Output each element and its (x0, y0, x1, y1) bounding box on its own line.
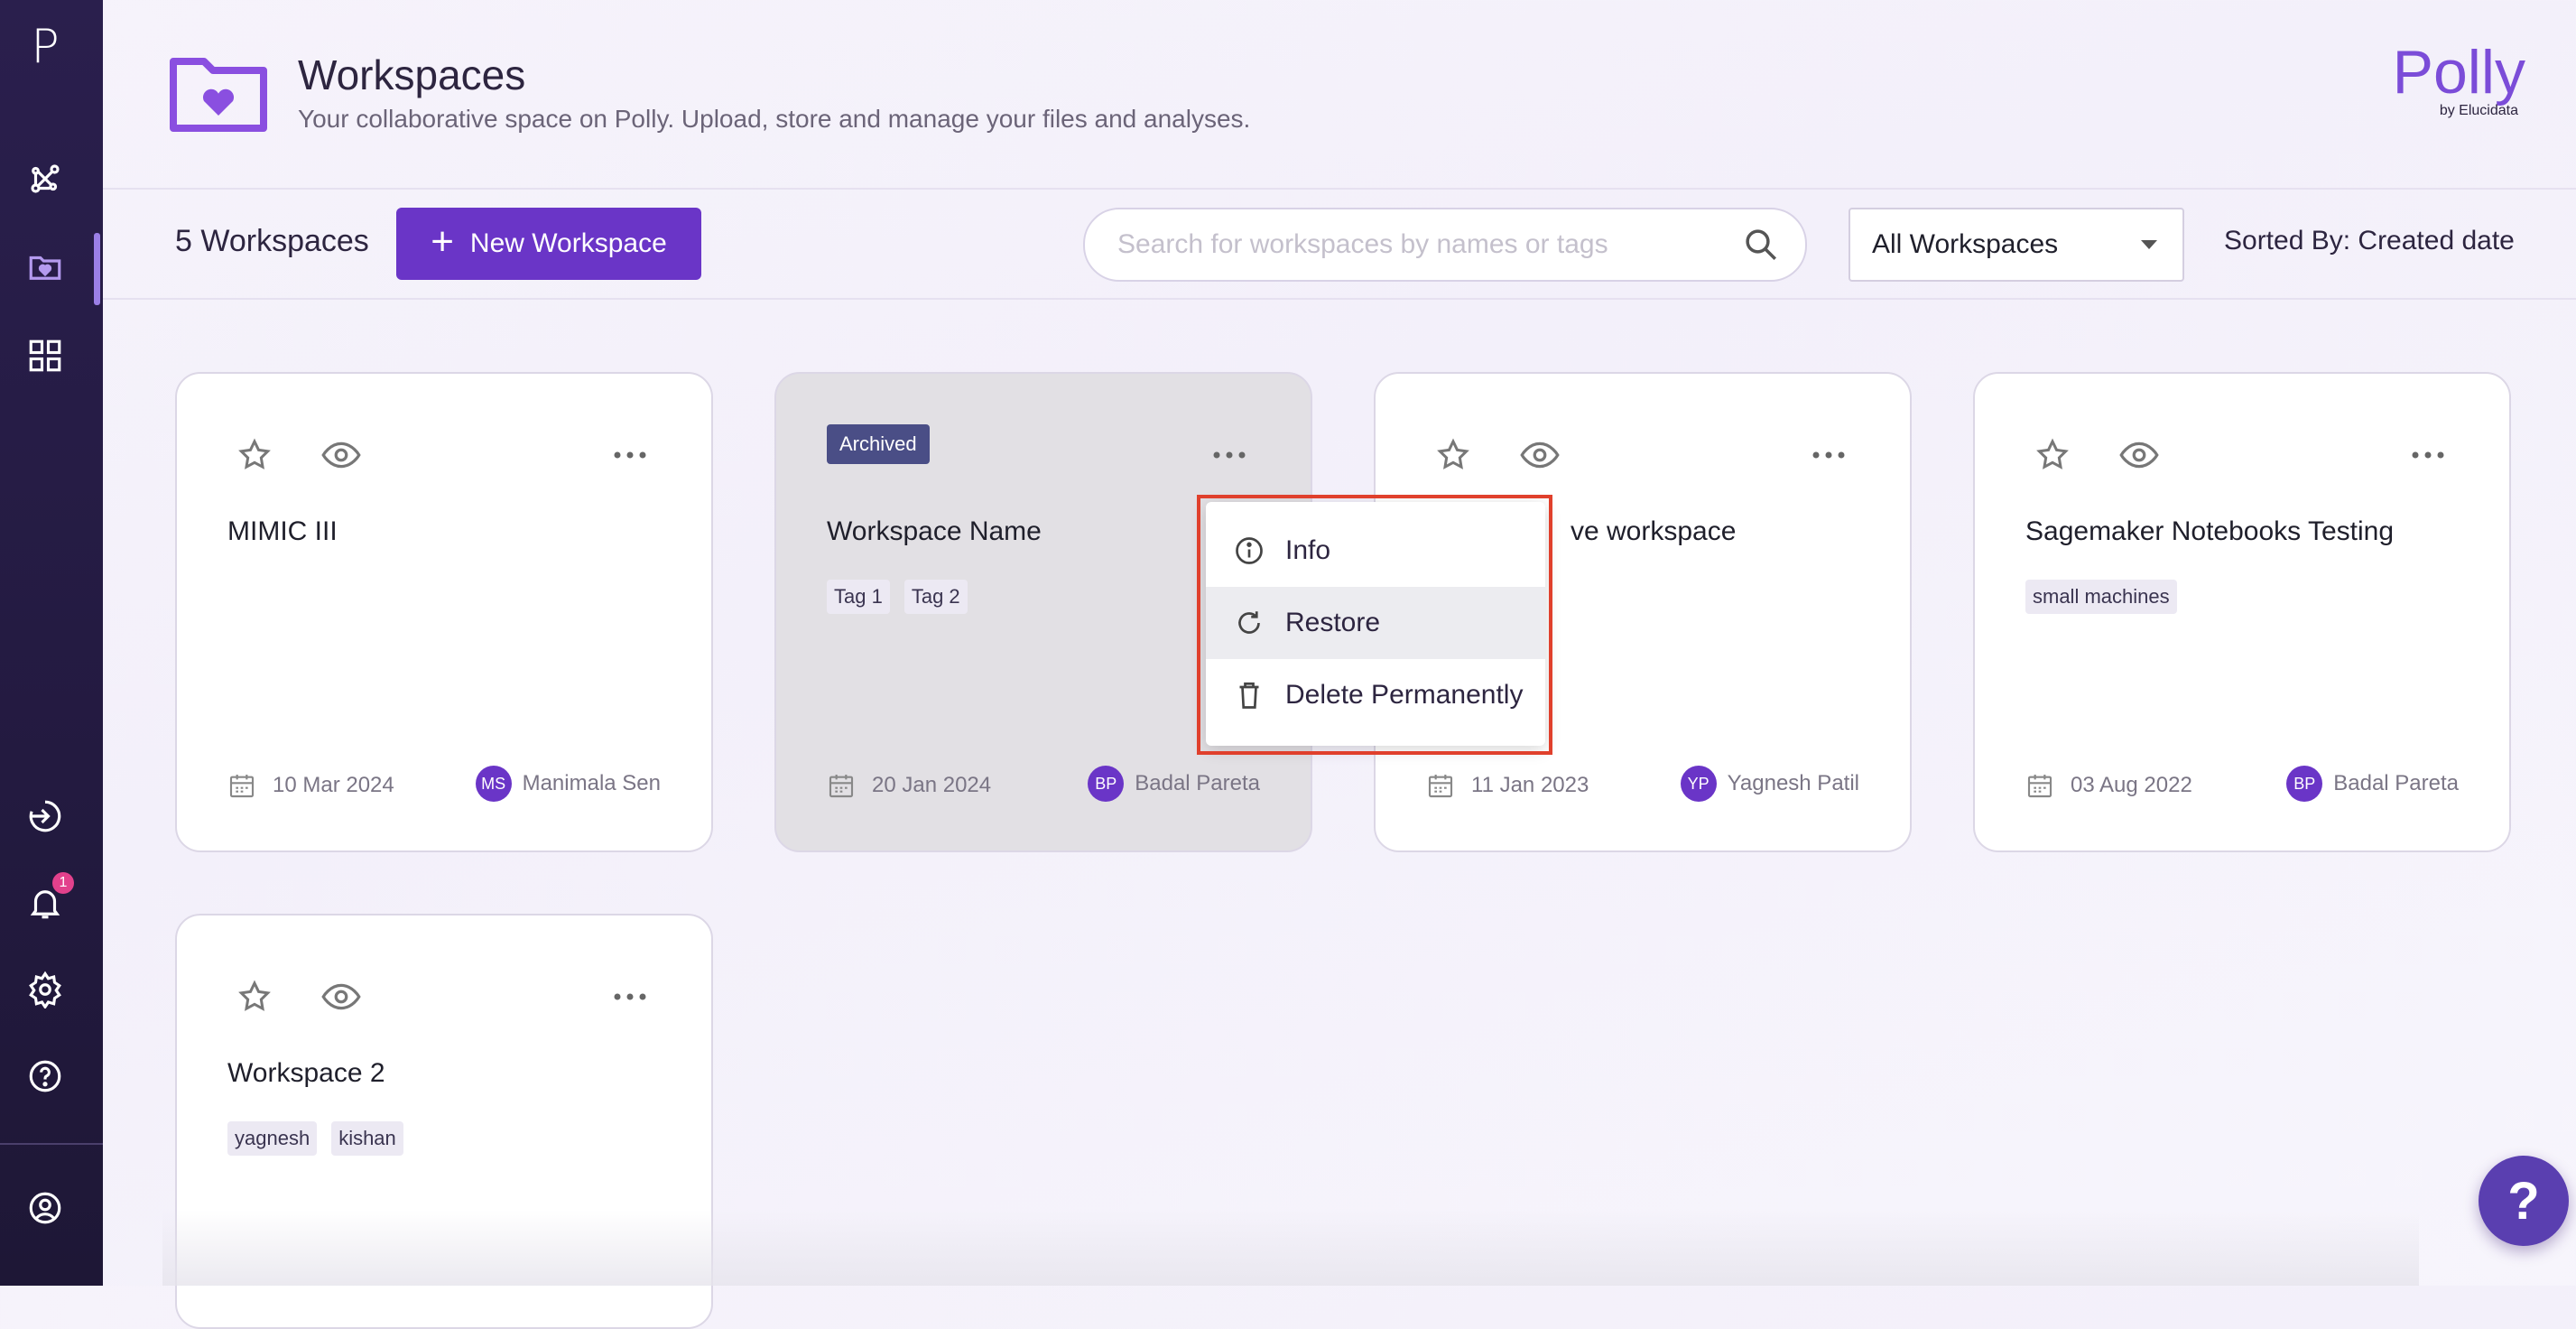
created-date: 20 Jan 2024 (827, 771, 991, 800)
workspace-title[interactable]: MIMIC III (227, 516, 338, 547)
sidebar-divider (0, 1143, 103, 1145)
analysis-icon[interactable] (25, 159, 65, 199)
more-options-icon[interactable] (612, 450, 648, 460)
sidebar: P 1 (0, 0, 103, 1286)
search-box (1083, 208, 1807, 282)
owner-name: Badal Pareta (2333, 771, 2459, 795)
page-title: Workspaces (298, 51, 526, 98)
brand-name: Polly (2392, 38, 2525, 107)
eye-icon[interactable] (321, 439, 361, 471)
workspace-card[interactable]: Sagemaker Notebooks Testing small machin… (1973, 372, 2511, 852)
highlight-box (1197, 495, 1552, 755)
logout-arrow-icon[interactable] (25, 796, 65, 836)
calendar-icon (2027, 775, 2052, 798)
chevron-down-icon (2141, 240, 2157, 249)
created-date: 03 Aug 2022 (2025, 771, 2192, 800)
tag-list: yagnesh kishan (227, 1121, 403, 1156)
star-icon[interactable] (236, 979, 273, 1015)
owner-name: Manimala Sen (522, 771, 661, 795)
search-icon[interactable] (1742, 226, 1780, 264)
archived-badge: Archived (827, 424, 930, 464)
owner-name: Badal Pareta (1135, 771, 1260, 795)
toolbar: 5 Workspaces + New Workspace All Workspa… (103, 190, 2576, 300)
avatar: BP (2286, 766, 2323, 802)
more-options-icon[interactable] (1211, 450, 1247, 460)
tag-list: Tag 1 Tag 2 (827, 580, 968, 614)
calendar-icon (829, 775, 854, 798)
workspace-title[interactable]: ve workspace (1571, 516, 1736, 547)
created-date: 11 Jan 2023 (1426, 771, 1589, 800)
date-text: 10 Mar 2024 (273, 773, 394, 797)
plus-icon: + (431, 219, 454, 264)
more-options-icon[interactable] (1811, 450, 1847, 460)
help-circle-icon[interactable] (25, 1056, 65, 1096)
notification-badge: 1 (52, 872, 74, 894)
filter-value: All Workspaces (1872, 229, 2059, 259)
page-header: Workspaces Your collaborative space on P… (103, 0, 2576, 190)
search-input[interactable] (1116, 226, 1733, 264)
owner: YP Yagnesh Patil (1680, 766, 1859, 802)
owner: BP Badal Pareta (1088, 766, 1260, 802)
workspace-title[interactable]: Workspace Name (827, 516, 1042, 547)
avatar: YP (1680, 766, 1717, 802)
tag[interactable]: Tag 2 (903, 580, 968, 614)
more-options-icon[interactable] (2410, 450, 2446, 460)
date-text: 20 Jan 2024 (872, 773, 992, 797)
tag[interactable]: yagnesh (227, 1121, 318, 1156)
active-indicator (94, 233, 100, 305)
calendar-icon (229, 775, 255, 798)
created-date: 10 Mar 2024 (227, 771, 394, 800)
workspace-card[interactable]: MIMIC III 10 Mar 2024 MS Manimala Sen (175, 372, 713, 852)
tag[interactable]: kishan (331, 1121, 403, 1156)
tag-list: small machines (2025, 580, 2177, 614)
date-text: 11 Jan 2023 (1471, 773, 1589, 797)
eye-icon[interactable] (2119, 439, 2159, 471)
star-icon[interactable] (1435, 437, 1471, 473)
settings-gear-icon[interactable] (25, 970, 65, 1009)
workspace-title[interactable]: Sagemaker Notebooks Testing (2025, 516, 2394, 547)
account-icon[interactable] (25, 1188, 65, 1228)
workspace-filter-dropdown[interactable]: All Workspaces (1849, 208, 2184, 282)
avatar: BP (1088, 766, 1125, 802)
owner-name: Yagnesh Patil (1727, 771, 1859, 795)
owner: BP Badal Pareta (2286, 766, 2459, 802)
scroll-fade (162, 1210, 2419, 1286)
sidebar-logo[interactable]: P (0, 20, 90, 74)
workspace-title[interactable]: Workspace 2 (227, 1058, 385, 1089)
owner: MS Manimala Sen (475, 766, 661, 802)
brand-logo[interactable]: Polly by Elucidata (2393, 42, 2525, 119)
calendar-icon (1428, 775, 1453, 798)
workspace-folder-icon (170, 58, 267, 132)
star-icon[interactable] (236, 437, 273, 473)
workspace-count: 5 Workspaces (175, 224, 369, 258)
new-workspace-label: New Workspace (469, 228, 667, 258)
page-subtitle: Your collaborative space on Polly. Uploa… (298, 105, 1251, 133)
date-text: 03 Aug 2022 (2071, 773, 2192, 797)
star-icon[interactable] (2034, 437, 2071, 473)
apps-grid-icon[interactable] (25, 336, 65, 376)
help-button[interactable]: ? (2479, 1156, 2569, 1246)
more-options-icon[interactable] (612, 991, 648, 1002)
tag[interactable]: small machines (2025, 580, 2177, 614)
workspaces-icon[interactable] (25, 247, 65, 287)
eye-icon[interactable] (1520, 439, 1560, 471)
tag[interactable]: Tag 1 (827, 580, 890, 614)
eye-icon[interactable] (321, 980, 361, 1013)
avatar: MS (475, 766, 512, 802)
sort-label[interactable]: Sorted By: Created date (2224, 226, 2515, 256)
new-workspace-button[interactable]: + New Workspace (396, 208, 701, 280)
